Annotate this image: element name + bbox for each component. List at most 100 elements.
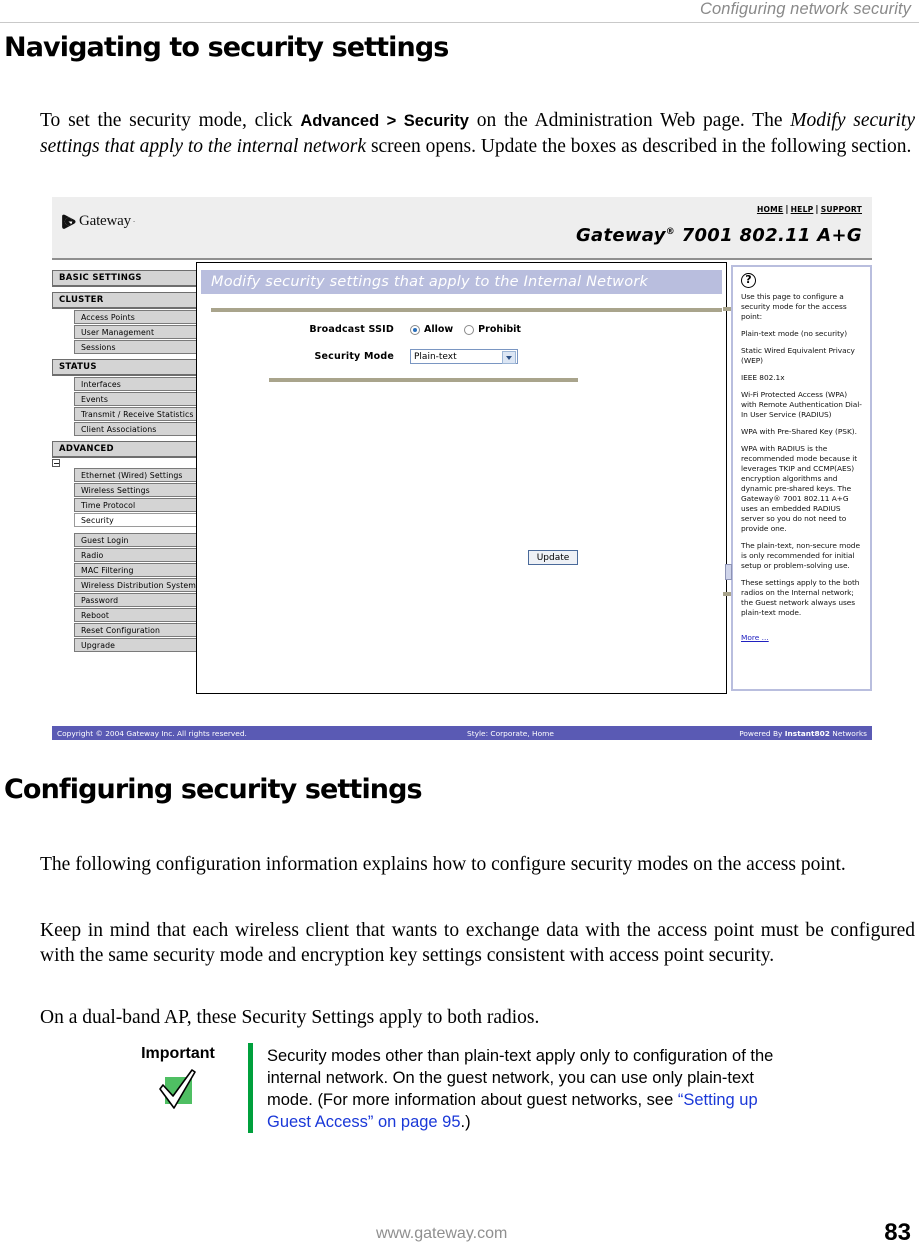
sidebar-item-access-points[interactable]: Access Points bbox=[74, 310, 197, 324]
help-panel: ? Use this page to configure a security … bbox=[723, 265, 872, 691]
callout-text-part2: .) bbox=[460, 1113, 471, 1131]
link-help[interactable]: Help bbox=[791, 205, 814, 214]
page-footer-url: www.gateway.com bbox=[376, 1225, 508, 1242]
product-registered-mark: ® bbox=[665, 227, 676, 237]
screenshot-header: Gateway · Home | Help | Support Gateway® 700… bbox=[52, 197, 872, 260]
side-tick-2 bbox=[723, 592, 731, 596]
sidebar-item-reboot[interactable]: Reboot bbox=[74, 608, 197, 622]
callout-accent-bar bbox=[248, 1043, 253, 1133]
gateway-logo-tm: · bbox=[132, 217, 136, 226]
collapse-toggle-icon[interactable] bbox=[52, 459, 60, 467]
help-paragraph-1: Use this page to configure a security mo… bbox=[741, 292, 847, 321]
intro-text-3: screen opens. Update the boxes as descri… bbox=[366, 136, 912, 157]
product-brand: Gateway bbox=[575, 225, 666, 246]
security-form: Broadcast SSID Allow Prohibit Security M… bbox=[197, 324, 726, 364]
security-mode-value: Plain-text bbox=[414, 351, 457, 362]
sidebar-item-password[interactable]: Password bbox=[74, 593, 197, 607]
radio-prohibit-label: Prohibit bbox=[478, 324, 521, 335]
chevron-down-icon[interactable] bbox=[502, 351, 516, 364]
broadcast-ssid-label: Broadcast SSID bbox=[309, 324, 394, 335]
help-paragraph-5: Wi-Fi Protected Access (WPA) with Remote… bbox=[741, 390, 862, 419]
sidebar-item-mac-filtering[interactable]: MAC Filtering bbox=[74, 563, 197, 577]
sidebar-heading-advanced[interactable]: ADVANCED bbox=[52, 441, 197, 458]
link-home[interactable]: Home bbox=[757, 205, 783, 214]
header-rule bbox=[0, 22, 919, 23]
sidebar-item-wireless-distribution-system[interactable]: Wireless Distribution System bbox=[74, 578, 197, 592]
screenshot-footer: Copyright © 2004 Gateway Inc. All rights… bbox=[52, 726, 872, 740]
sidebar-item-ethernet-wired-settings[interactable]: Ethernet (Wired) Settings bbox=[74, 468, 197, 482]
sidebar-group-basic-settings: BASIC SETTINGS bbox=[52, 270, 197, 287]
gateway-logo: Gateway · bbox=[60, 213, 135, 230]
footer-style: Style: Corporate, Home bbox=[467, 728, 554, 738]
link-support[interactable]: Support bbox=[821, 205, 862, 214]
question-mark-icon: ? bbox=[741, 273, 756, 288]
security-mode-select[interactable]: Plain-text bbox=[410, 349, 518, 364]
radio-allow-label: Allow bbox=[424, 324, 454, 335]
sidebar-item-sessions[interactable]: Sessions bbox=[74, 340, 197, 354]
sidebar-item-transmit-receive-statistics[interactable]: Transmit / Receive Statistics bbox=[74, 407, 197, 421]
config-paragraph-2: Keep in mind that each wireless client t… bbox=[40, 919, 915, 967]
radio-option-allow[interactable]: Allow bbox=[410, 324, 453, 335]
callout-left-column: Important bbox=[108, 1043, 248, 1133]
link-sep-1: | bbox=[785, 205, 789, 215]
footer-powered-prefix: Powered By bbox=[739, 728, 785, 738]
broadcast-ssid-radios: Allow Prohibit bbox=[410, 324, 521, 335]
radio-allow-icon[interactable] bbox=[410, 324, 420, 335]
footer-powered-by: Powered By Instant802 Networks bbox=[739, 729, 867, 738]
content-panel: Modify security settings that apply to t… bbox=[197, 262, 727, 694]
divider-bottom bbox=[269, 378, 578, 382]
help-content: ? Use this page to configure a security … bbox=[733, 267, 870, 648]
green-checkmark-icon bbox=[159, 1069, 196, 1109]
divider-top bbox=[211, 308, 722, 312]
sidebar-group-status: STATUS Interfaces Events Transmit / Receive… bbox=[52, 359, 197, 436]
sidebar-item-user-management[interactable]: User Management bbox=[74, 325, 197, 339]
intro-text-2: on the Administration Web page. The bbox=[468, 109, 791, 131]
broadcast-ssid-row: Broadcast SSID Allow Prohibit bbox=[197, 324, 726, 335]
sidebar-group-cluster: CLUSTER Access Points User Management Sessi… bbox=[52, 292, 197, 354]
help-paragraph-4: IEEE 802.1x bbox=[741, 373, 785, 382]
gateway-cow-spot-icon bbox=[62, 214, 76, 229]
intro-bold-path: Advanced > Security bbox=[300, 111, 469, 130]
product-name: Gateway® 7001 802.11 A+G bbox=[576, 225, 862, 246]
update-button[interactable]: Update bbox=[528, 550, 578, 565]
sidebar-item-interfaces[interactable]: Interfaces bbox=[74, 377, 197, 391]
scroll-thumb[interactable] bbox=[725, 564, 732, 580]
callout-title: Important bbox=[141, 1045, 215, 1062]
help-paragraph-3: Static Wired Equivalent Privacy (WEP) bbox=[741, 346, 855, 365]
sidebar-item-security[interactable]: Security bbox=[74, 513, 197, 527]
footer-powered-brand: Instant802 bbox=[784, 728, 830, 738]
help-paragraph-2: Plain-text mode (no security) bbox=[741, 329, 848, 338]
product-model: 7001 802.11 A+G bbox=[675, 225, 862, 246]
intro-text-1: To set the security mode, click bbox=[40, 109, 301, 131]
sidebar-heading-basic-settings[interactable]: BASIC SETTINGS bbox=[52, 270, 197, 287]
sidebar-item-reset-configuration[interactable]: Reset Configuration bbox=[74, 623, 197, 637]
sidebar-item-guest-login[interactable]: Guest Login bbox=[74, 533, 197, 547]
page-title-configuring: Configuring security settings bbox=[4, 774, 423, 805]
more-link[interactable]: More ... bbox=[741, 633, 769, 642]
security-mode-row: Security Mode Plain-text bbox=[197, 349, 726, 364]
sidebar-item-wireless-settings[interactable]: Wireless Settings bbox=[74, 483, 197, 497]
help-paragraph-8: The plain-text, non-secure mode is only … bbox=[741, 541, 860, 570]
sidebar-heading-cluster[interactable]: CLUSTER bbox=[52, 292, 197, 309]
screenshot-body: BASIC SETTINGS CLUSTER Access Points User M… bbox=[52, 262, 872, 715]
radio-option-prohibit[interactable]: Prohibit bbox=[464, 324, 521, 335]
radio-prohibit-icon[interactable] bbox=[464, 324, 475, 335]
footer-copyright: Copyright © 2004 Gateway Inc. All rights… bbox=[57, 728, 247, 738]
sidebar-item-radio[interactable]: Radio bbox=[74, 548, 197, 562]
help-paragraphs: Use this page to configure a security mo… bbox=[741, 292, 863, 618]
running-head: Configuring network security bbox=[700, 0, 911, 18]
sidebar-item-events[interactable]: Events bbox=[74, 392, 197, 406]
admin-web-screenshot: Gateway · Home | Help | Support Gateway® 700… bbox=[52, 197, 872, 740]
sidebar-item-client-associations[interactable]: Client Associations bbox=[74, 422, 197, 436]
sidebar-item-upgrade[interactable]: Upgrade bbox=[74, 638, 197, 652]
page-number: 83 bbox=[884, 1219, 911, 1246]
config-paragraph-1: The following configuration information … bbox=[40, 853, 846, 875]
sidebar-item-time-protocol[interactable]: Time Protocol bbox=[74, 498, 197, 512]
intro-paragraph: To set the security mode, click Advanced… bbox=[40, 108, 915, 160]
help-paragraph-6: WPA with Pre-Shared Key (PSK). bbox=[741, 427, 857, 436]
sidebar-heading-status[interactable]: STATUS bbox=[52, 359, 197, 376]
config-paragraph-3: On a dual-band AP, these Security Settin… bbox=[40, 1006, 540, 1028]
help-paragraph-7: WPA with RADIUS is the recommended mode … bbox=[741, 444, 858, 533]
important-callout: Important Security modes other than plai… bbox=[108, 1043, 788, 1133]
page-title-navigating: Navigating to security settings bbox=[4, 32, 449, 63]
